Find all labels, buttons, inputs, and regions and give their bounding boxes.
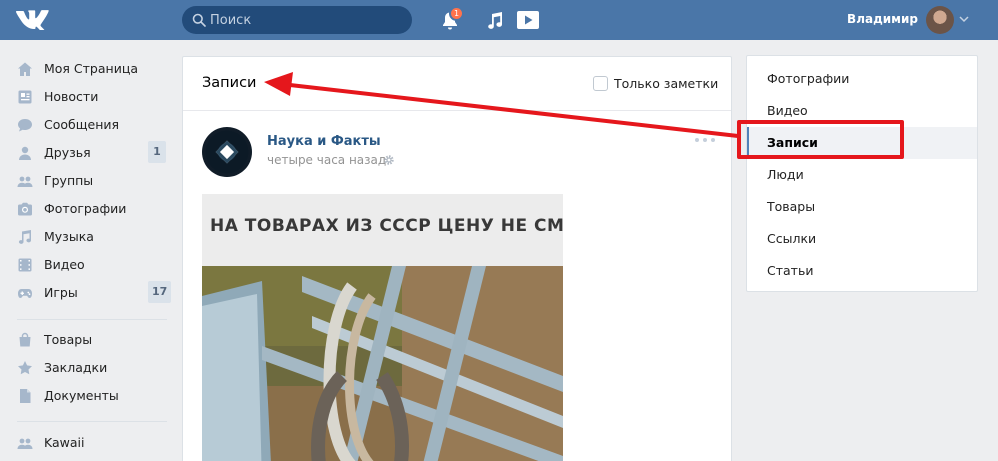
- sidebar-item-label: Игры: [44, 285, 78, 300]
- document-icon: [20, 389, 31, 403]
- gamepad-icon: [18, 289, 32, 298]
- bag-icon: [19, 332, 31, 347]
- video-icon: [18, 258, 32, 272]
- post-image-caption: НА ТОВАРАХ ИЗ СССР ЦЕНУ НЕ СМЕНИШЬ: [210, 216, 563, 236]
- search-input[interactable]: [210, 6, 405, 34]
- filter-item-label: Видео: [767, 103, 808, 118]
- annotation-highlight-box: [737, 120, 904, 159]
- sidebar-item-bookmarks[interactable]: Закладки: [0, 354, 175, 382]
- sidebar-item-kawaii[interactable]: Kawaii: [0, 429, 175, 457]
- notifications-badge: 1: [449, 6, 464, 21]
- messages-icon: [18, 119, 32, 132]
- music-icon: [18, 230, 31, 244]
- sidebar-item-goods[interactable]: Товары: [0, 326, 175, 354]
- sidebar-item-label: Фотографии: [44, 201, 127, 216]
- sidebar-item-label: Моя Страница: [44, 61, 138, 76]
- user-name[interactable]: Владимир: [820, 12, 918, 26]
- post-author-link[interactable]: Наука и Факты: [267, 134, 381, 149]
- filter-item-label: Ссылки: [767, 231, 817, 246]
- gear-icon: [384, 155, 394, 165]
- sidebar-item-music[interactable]: Музыка: [0, 223, 175, 251]
- post-image[interactable]: НА ТОВАРАХ ИЗ СССР ЦЕНУ НЕ СМЕНИШЬ: [202, 194, 563, 461]
- sidebar-item-label: Новости: [44, 89, 99, 104]
- filter-item-people[interactable]: Люди: [747, 159, 977, 191]
- sidebar-item-label: Товары: [44, 332, 93, 347]
- sidebar-item-groups[interactable]: Группы: [0, 167, 175, 195]
- search-box[interactable]: [182, 6, 412, 34]
- friends-icon: [19, 146, 31, 160]
- menu-divider: [17, 319, 167, 320]
- post-photo: [202, 266, 563, 461]
- camera-icon: [18, 202, 32, 216]
- sidebar-item-documents[interactable]: Документы: [0, 382, 175, 410]
- sidebar-item-label: Документы: [44, 388, 119, 403]
- music-note-icon[interactable]: [486, 11, 504, 31]
- play-icon[interactable]: [516, 10, 540, 30]
- sidebar-item-label: Музыка: [44, 229, 94, 244]
- sidebar-item-messages[interactable]: Сообщения: [0, 111, 175, 139]
- filter-item-articles[interactable]: Статьи: [747, 255, 977, 287]
- filter-item-goods[interactable]: Товары: [747, 191, 977, 223]
- sidebar-item-label: Группы: [44, 173, 94, 188]
- groups-icon: [17, 176, 33, 187]
- search-icon: [192, 13, 206, 27]
- avatar[interactable]: [926, 6, 954, 34]
- post-image-caption-bar: НА ТОВАРАХ ИЗ СССР ЦЕНУ НЕ СМЕНИШЬ: [202, 194, 563, 266]
- more-options-icon[interactable]: [693, 137, 717, 143]
- sidebar-item-my-page[interactable]: Моя Страница: [0, 55, 175, 83]
- right-filter-menu: Фотографии Видео Записи Люди Товары Ссыл…: [746, 55, 978, 292]
- wall-header: Записи Только заметки: [183, 57, 731, 111]
- only-notes-label[interactable]: Только заметки: [614, 76, 718, 91]
- sidebar-item-games[interactable]: Игры 17: [0, 279, 175, 307]
- filter-item-label: Люди: [767, 167, 804, 182]
- page-title: Записи: [202, 75, 257, 91]
- sidebar-item-news[interactable]: Новости: [0, 83, 175, 111]
- sidebar-item-label: Видео: [44, 257, 85, 272]
- friends-count-badge: 1: [148, 141, 166, 163]
- news-icon: [18, 90, 32, 104]
- filter-item-photos[interactable]: Фотографии: [747, 63, 977, 95]
- filter-item-links[interactable]: Ссылки: [747, 223, 977, 255]
- sidebar-item-label: Друзья: [44, 145, 91, 160]
- sidebar-item-label: Закладки: [44, 360, 108, 375]
- home-icon: [18, 62, 32, 76]
- top-bar: 1 Владимир: [0, 0, 998, 40]
- vk-logo-icon[interactable]: [16, 8, 50, 30]
- games-count-badge: 17: [148, 281, 172, 303]
- wall-panel: Записи Только заметки Наука и Факты четы…: [182, 56, 732, 461]
- menu-divider: [17, 421, 167, 422]
- sidebar-item-friends[interactable]: Друзья 1: [0, 139, 175, 167]
- sidebar-item-label: Kawaii: [44, 435, 85, 450]
- post-author-avatar[interactable]: [202, 127, 252, 177]
- filter-item-label: Товары: [767, 199, 816, 214]
- sidebar-item-video[interactable]: Видео: [0, 251, 175, 279]
- post-timestamp[interactable]: четыре часа назад: [267, 153, 386, 167]
- sidebar-item-photos[interactable]: Фотографии: [0, 195, 175, 223]
- filter-item-label: Статьи: [767, 263, 814, 278]
- checkbox-icon[interactable]: [593, 76, 608, 91]
- chevron-down-icon[interactable]: [959, 15, 969, 23]
- star-icon: [18, 361, 32, 375]
- filter-item-label: Фотографии: [767, 71, 850, 86]
- community-icon: [17, 438, 33, 449]
- sidebar-item-label: Сообщения: [44, 117, 120, 132]
